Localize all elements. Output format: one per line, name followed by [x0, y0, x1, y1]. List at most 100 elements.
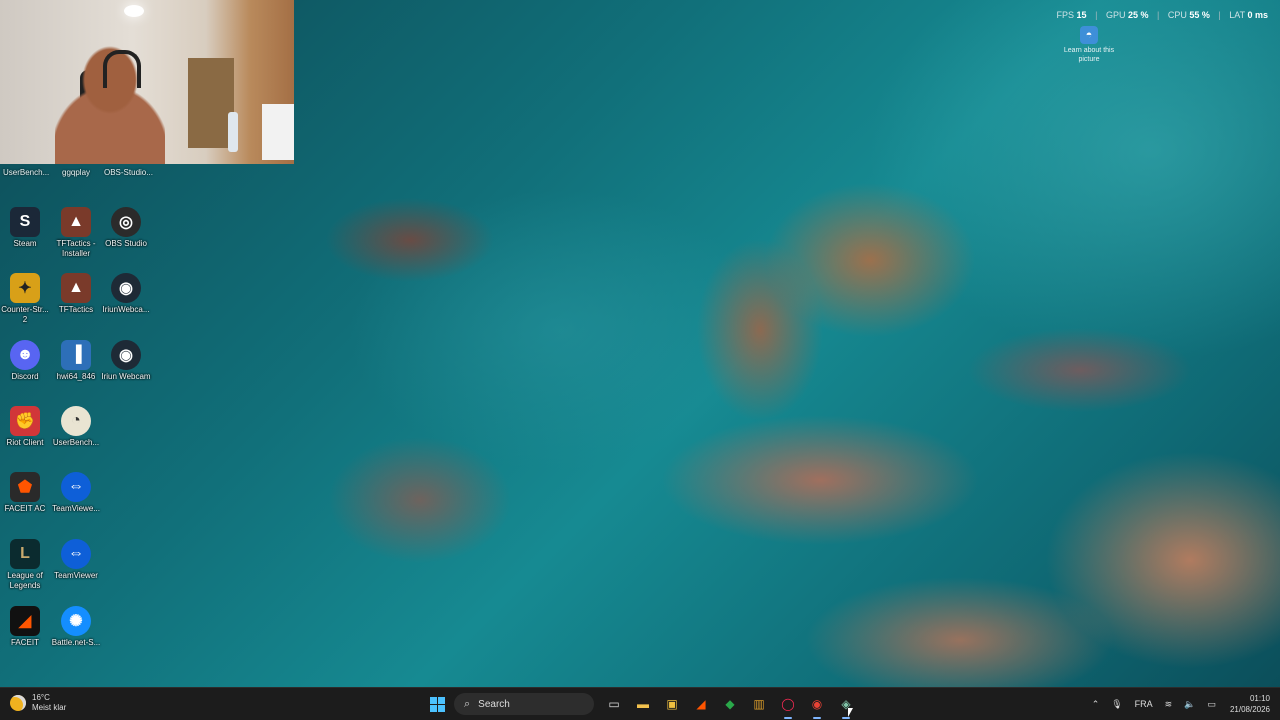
weather-widget[interactable]: 16°C Meist klar — [10, 693, 66, 713]
tftactics-icon: ▲ — [61, 273, 91, 303]
task-view-button[interactable]: ▭ — [602, 692, 626, 716]
riot-icon: ✊ — [10, 406, 40, 436]
desktop-icon-label[interactable]: UserBench... — [3, 168, 49, 177]
desktop-icon-faceit[interactable]: ◢ FACEIT — [0, 606, 50, 648]
file-explorer-icon: ▬ — [637, 697, 649, 711]
desktop-icon-discord[interactable]: ☻ Discord — [0, 340, 50, 382]
desktop-icon-teamviewer[interactable]: ⇔ TeamViewer — [51, 539, 101, 581]
learn-about-picture-label: Learn about this picture — [1063, 47, 1115, 63]
desktop-icon-label: Steam — [13, 239, 37, 248]
desktop-icon-userbenchmark[interactable]: ◔ UserBench... — [51, 406, 101, 448]
desktop-icon-riot-client[interactable]: ✊ Riot Client — [0, 406, 50, 448]
lat-label: LAT — [1229, 10, 1245, 20]
desktop-icon-label: TeamViewe... — [52, 504, 100, 513]
battlenet-icon: ✺ — [61, 606, 91, 636]
desktop-icon-iriun-webcam[interactable]: ◉ Iriun Webcam — [101, 340, 151, 382]
desktop-icon-label: Discord — [11, 372, 39, 381]
store-icon: ▣ — [666, 697, 678, 711]
opera-gx-button[interactable]: ◯ — [776, 692, 800, 719]
hwinfo-icon: ▐ — [61, 340, 91, 370]
desktop-icon-label: IriunWebca... — [102, 305, 150, 314]
search-placeholder: Search — [478, 698, 510, 710]
iriun-icon: ◉ — [111, 340, 141, 370]
desktop-icon-label: Counter-Str... 2 — [1, 305, 49, 324]
teamviewer-icon: ⇔ — [61, 472, 91, 502]
desktop-icon-label: hwi64_846 — [56, 372, 96, 381]
desktop-icon-label: Battle.net-S... — [51, 638, 101, 647]
webcam-overlay — [0, 0, 294, 164]
file-explorer-button[interactable]: ▬ — [631, 692, 655, 716]
faceit-icon: ◢ — [10, 606, 40, 636]
desktop-icon-label: OBS Studio — [105, 239, 147, 248]
desktop-icon-hwinfo[interactable]: ▐ hwi64_846 — [51, 340, 101, 382]
active-app-button[interactable]: ◈ — [834, 692, 858, 719]
league-icon: L — [10, 539, 40, 569]
clock-date: 21/08/2026 — [1229, 705, 1270, 714]
fps-label: FPS — [1056, 10, 1075, 20]
performance-overlay: FPS 15 | GPU 25 % | CPU 55 % | LAT 0 ms — [1056, 10, 1268, 20]
volume-icon[interactable]: 🔈 — [1184, 699, 1195, 710]
mouse-cursor-icon — [848, 708, 853, 717]
lat-value: 0 ms — [1247, 10, 1268, 20]
search-input[interactable]: ⌕ Search — [454, 693, 594, 715]
desktop-icon-teamviewer-short[interactable]: ⇔ TeamViewe... — [51, 472, 101, 514]
desktop-icon-tftactics-installer[interactable]: ▲ TFTactics - Installer — [51, 207, 101, 259]
chrome-button[interactable]: ◉ — [805, 692, 829, 719]
desktop-icon-tftactics[interactable]: ▲ TFTactics — [51, 273, 101, 315]
iriun-icon: ◉ — [111, 273, 141, 303]
microphone-icon[interactable]: 🎙 — [1111, 699, 1122, 710]
steam-icon: S — [10, 207, 40, 237]
water-bottle — [228, 112, 238, 152]
headset-icon — [103, 50, 141, 88]
winrar-icon: ▥ — [753, 697, 765, 711]
desktop-icon-label: TFTactics — [58, 305, 94, 314]
obs-icon: ◎ — [111, 207, 141, 237]
faceit-ac-icon: ⬟ — [10, 472, 40, 502]
desktop-icon-counter-strike[interactable]: ✦ Counter-Str... 2 — [0, 273, 50, 325]
windows-icon — [429, 696, 445, 712]
desktop-icon-label: TeamViewer — [54, 571, 98, 580]
desktop-icon-battlenet[interactable]: ✺ Battle.net-S... — [51, 606, 101, 648]
faceit-taskbar-button[interactable]: ◢ — [689, 692, 713, 716]
camera-icon: ◓ — [1080, 26, 1098, 44]
desktop-icon-league-of-legends[interactable]: L League of Legends — [0, 539, 50, 591]
start-button[interactable] — [425, 692, 449, 716]
ceiling-lamp — [124, 5, 144, 17]
teamviewer-icon: ⇔ — [61, 539, 91, 569]
discord-icon: ☻ — [10, 340, 40, 370]
userbenchmark-icon: ◔ — [61, 406, 91, 436]
desktop-icon-label: UserBench... — [52, 438, 100, 447]
faceit-taskbar-icon: ◢ — [696, 697, 706, 711]
clock[interactable]: 01:10 21/08/2026 — [1230, 693, 1270, 715]
winrar-button[interactable]: ▥ — [747, 692, 771, 716]
desktop-icon-label: League of Legends — [7, 571, 43, 590]
desktop-icon-steam[interactable]: S Steam — [0, 207, 50, 249]
desktop-icon-iriun-webcam-short[interactable]: ◉ IriunWebca... — [101, 273, 151, 315]
gpu-value: 25 % — [1127, 10, 1149, 20]
cpu-label: CPU — [1167, 10, 1187, 20]
store-button[interactable]: ▣ — [660, 692, 684, 716]
desktop-icon-label: Riot Client — [6, 438, 44, 447]
desktop-icon-label[interactable]: ggqplay — [62, 168, 90, 177]
learn-about-picture[interactable]: ◓ Learn about this picture — [1054, 26, 1124, 64]
gpu-label: GPU — [1105, 10, 1126, 20]
xbox-button[interactable]: ◆ — [718, 692, 742, 716]
task-view-icon: ▭ — [608, 697, 620, 711]
wall-poster — [262, 104, 294, 160]
language-indicator[interactable]: FRA — [1135, 699, 1153, 709]
weather-desc: Meist klar — [32, 703, 67, 712]
taskbar-apps: ⌕ Search ▭ ▬ ▣ ◢ ◆ ▥ ◯ ◉ ◈ — [425, 692, 863, 719]
xbox-icon: ◆ — [725, 697, 735, 711]
desktop-icon-label: FACEIT AC — [4, 504, 46, 513]
taskbar: 16°C Meist klar ⌕ Search ▭ ▬ ▣ ◢ ◆ ▥ ◯ ◉… — [0, 687, 1280, 720]
battery-icon[interactable]: ▭ — [1207, 699, 1216, 710]
desktop-icon-faceit-ac[interactable]: ⬟ FACEIT AC — [0, 472, 50, 514]
chevron-up-icon[interactable]: ⌃ — [1092, 699, 1100, 710]
counter-strike-icon: ✦ — [10, 273, 40, 303]
search-icon: ⌕ — [464, 697, 471, 710]
desktop-icon-obs-studio[interactable]: ◎ OBS Studio — [101, 207, 151, 249]
clock-time: 01:10 — [1249, 694, 1270, 703]
desktop-icon-label: TFTactics - Installer — [56, 239, 96, 258]
wifi-icon[interactable]: ≋ — [1165, 699, 1173, 710]
desktop-icon-label[interactable]: OBS-Studio... — [104, 168, 153, 177]
